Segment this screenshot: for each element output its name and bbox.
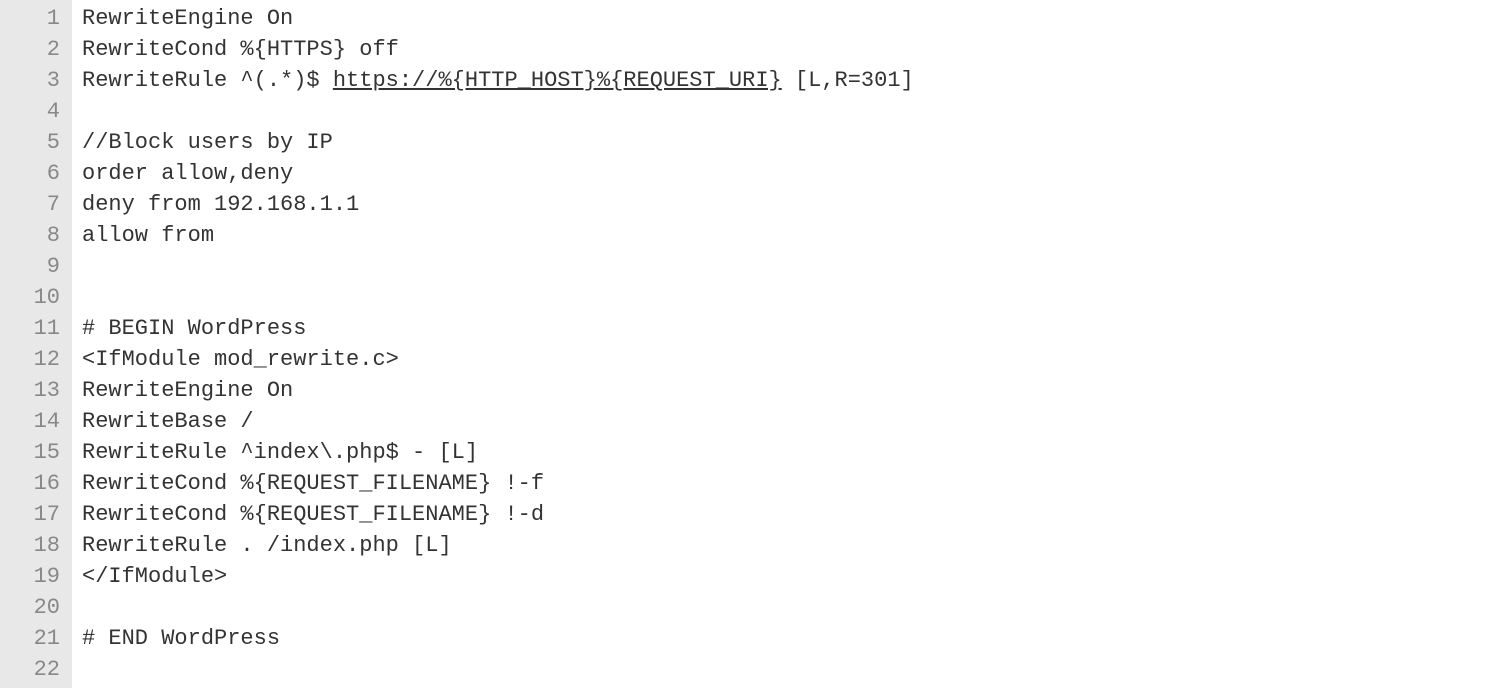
code-line[interactable]: order allow,deny: [82, 158, 914, 189]
line-number: 4: [8, 96, 60, 127]
line-number: 8: [8, 220, 60, 251]
code-line[interactable]: RewriteCond %{REQUEST_FILENAME} !-d: [82, 499, 914, 530]
code-line[interactable]: [82, 592, 914, 623]
code-line[interactable]: # END WordPress: [82, 623, 914, 654]
code-text-segment: [L,R=301]: [782, 68, 914, 93]
code-line[interactable]: [82, 251, 914, 282]
code-editor: 12345678910111213141516171819202122 Rewr…: [0, 0, 1500, 688]
code-line[interactable]: deny from 192.168.1.1: [82, 189, 914, 220]
code-text-segment: RewriteCond %{REQUEST_FILENAME} !-f: [82, 471, 544, 496]
code-text-segment: RewriteCond %{REQUEST_FILENAME} !-d: [82, 502, 544, 527]
code-line[interactable]: RewriteCond %{REQUEST_FILENAME} !-f: [82, 468, 914, 499]
code-line[interactable]: allow from: [82, 220, 914, 251]
line-number: 13: [8, 375, 60, 406]
code-line[interactable]: <IfModule mod_rewrite.c>: [82, 344, 914, 375]
code-text-segment: # END WordPress: [82, 626, 280, 651]
line-number: 18: [8, 530, 60, 561]
code-text-segment: order allow,deny: [82, 161, 293, 186]
line-number: 14: [8, 406, 60, 437]
line-number-gutter: 12345678910111213141516171819202122: [0, 0, 72, 688]
code-text-segment: RewriteRule . /index.php [L]: [82, 533, 452, 558]
code-line[interactable]: RewriteEngine On: [82, 3, 914, 34]
line-number: 10: [8, 282, 60, 313]
code-text-segment: RewriteCond %{HTTPS} off: [82, 37, 399, 62]
line-number: 20: [8, 592, 60, 623]
code-text-segment: deny from 192.168.1.1: [82, 192, 359, 217]
code-link-segment: https://%{HTTP_HOST}%{REQUEST_URI}: [333, 68, 782, 93]
line-number: 6: [8, 158, 60, 189]
code-line[interactable]: RewriteRule ^(.*)$ https://%{HTTP_HOST}%…: [82, 65, 914, 96]
line-number: 7: [8, 189, 60, 220]
line-number: 3: [8, 65, 60, 96]
code-text-segment: <IfModule mod_rewrite.c>: [82, 347, 399, 372]
code-line[interactable]: //Block users by IP: [82, 127, 914, 158]
code-line[interactable]: [82, 282, 914, 313]
code-text-segment: //Block users by IP: [82, 130, 333, 155]
line-number: 12: [8, 344, 60, 375]
line-number: 2: [8, 34, 60, 65]
code-text-segment: RewriteEngine On: [82, 6, 293, 31]
code-line[interactable]: RewriteRule . /index.php [L]: [82, 530, 914, 561]
line-number: 9: [8, 251, 60, 282]
code-line[interactable]: RewriteBase /: [82, 406, 914, 437]
code-text-segment: # BEGIN WordPress: [82, 316, 306, 341]
code-line[interactable]: </IfModule>: [82, 561, 914, 592]
code-line[interactable]: [82, 96, 914, 127]
code-text-segment: allow from: [82, 223, 214, 248]
code-text-segment: RewriteRule ^index\.php$ - [L]: [82, 440, 478, 465]
code-text-segment: </IfModule>: [82, 564, 227, 589]
code-line[interactable]: RewriteCond %{HTTPS} off: [82, 34, 914, 65]
code-area[interactable]: RewriteEngine On RewriteCond %{HTTPS} off…: [72, 0, 914, 688]
line-number: 22: [8, 654, 60, 685]
code-line[interactable]: # BEGIN WordPress: [82, 313, 914, 344]
line-number: 16: [8, 468, 60, 499]
code-line[interactable]: [82, 654, 914, 685]
line-number: 15: [8, 437, 60, 468]
line-number: 19: [8, 561, 60, 592]
line-number: 17: [8, 499, 60, 530]
code-line[interactable]: RewriteRule ^index\.php$ - [L]: [82, 437, 914, 468]
line-number: 5: [8, 127, 60, 158]
code-text-segment: RewriteRule ^(.*)$: [82, 68, 333, 93]
code-text-segment: RewriteEngine On: [82, 378, 293, 403]
line-number: 11: [8, 313, 60, 344]
line-number: 21: [8, 623, 60, 654]
line-number: 1: [8, 3, 60, 34]
code-text-segment: RewriteBase /: [82, 409, 254, 434]
code-line[interactable]: RewriteEngine On: [82, 375, 914, 406]
